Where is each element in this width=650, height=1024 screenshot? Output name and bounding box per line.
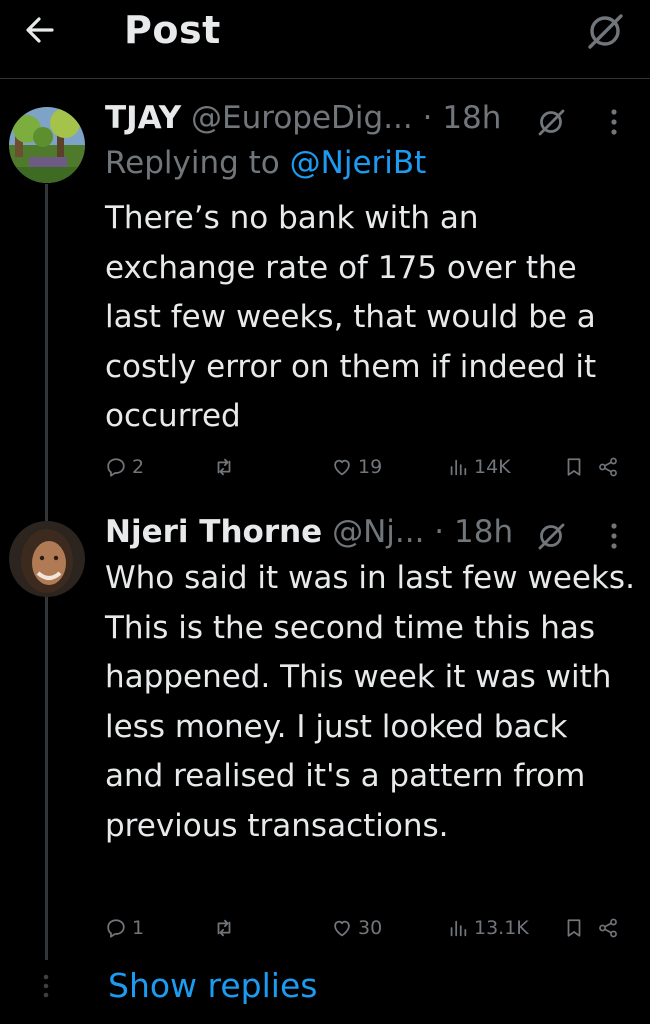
view-count: 14K: [474, 456, 511, 478]
tweet-header: TJAY @EuropeDig... · 18h: [105, 100, 501, 136]
retweet-button[interactable]: [213, 917, 240, 939]
reply-button[interactable]: 1: [105, 917, 144, 939]
like-button[interactable]: 30: [331, 917, 382, 939]
views-icon: [450, 459, 467, 476]
page-title: Post: [124, 8, 221, 52]
grok-icon[interactable]: [535, 106, 567, 138]
retweet-icon: [217, 919, 231, 937]
more-icon[interactable]: [610, 108, 618, 136]
reply-count: 2: [132, 456, 145, 478]
heart-icon: [334, 920, 350, 937]
replying-handle[interactable]: @NjeriBt: [290, 145, 427, 181]
views-button[interactable]: 14K: [447, 456, 511, 478]
views-button[interactable]: 13.1K: [447, 917, 529, 939]
reply-icon: [107, 919, 125, 938]
retweet-button[interactable]: [213, 456, 240, 478]
author-handle[interactable]: @EuropeDig...: [191, 100, 413, 136]
view-count: 13.1K: [474, 917, 529, 939]
more-icon[interactable]: [610, 522, 618, 550]
views-icon: [450, 920, 467, 937]
author-name[interactable]: Njeri Thorne: [105, 514, 322, 550]
back-arrow-icon[interactable]: [22, 12, 58, 48]
share-icon[interactable]: [597, 456, 619, 478]
timestamp[interactable]: · 18h: [434, 514, 513, 550]
like-count: 19: [358, 456, 383, 478]
action-bar: 1 30 13.1K: [105, 917, 625, 947]
like-count: 30: [358, 917, 383, 939]
tweet-header: Njeri Thorne @Nj... · 18h: [105, 514, 513, 550]
tweet-text: Who said it was in last few weeks. This …: [105, 560, 635, 844]
timestamp[interactable]: · 18h: [423, 100, 502, 136]
replying-to: Replying to @NjeriBt: [105, 145, 426, 181]
reply-icon: [107, 458, 125, 477]
author-handle[interactable]: @Nj...: [332, 514, 424, 550]
replying-label: Replying to: [105, 145, 280, 181]
avatar[interactable]: [9, 107, 85, 183]
bookmark-icon[interactable]: [563, 456, 585, 478]
grok-icon[interactable]: [535, 520, 567, 552]
author-name[interactable]: TJAY: [105, 100, 181, 136]
tweet-text: There’s no bank with an exchange rate of…: [105, 200, 597, 434]
action-bar: 2 19 14K: [105, 456, 625, 486]
reply-count: 1: [132, 917, 145, 939]
grok-icon[interactable]: [584, 10, 626, 52]
reply-button[interactable]: 2: [105, 456, 144, 478]
heart-icon: [334, 459, 350, 476]
retweet-icon: [217, 458, 231, 476]
vertical-dots-icon: [43, 974, 49, 998]
share-icon[interactable]: [597, 917, 619, 939]
bookmark-icon[interactable]: [563, 917, 585, 939]
top-bar: Post: [0, 0, 650, 79]
like-button[interactable]: 19: [331, 456, 382, 478]
show-replies-link[interactable]: Show replies: [108, 966, 317, 1005]
avatar[interactable]: [9, 521, 85, 597]
